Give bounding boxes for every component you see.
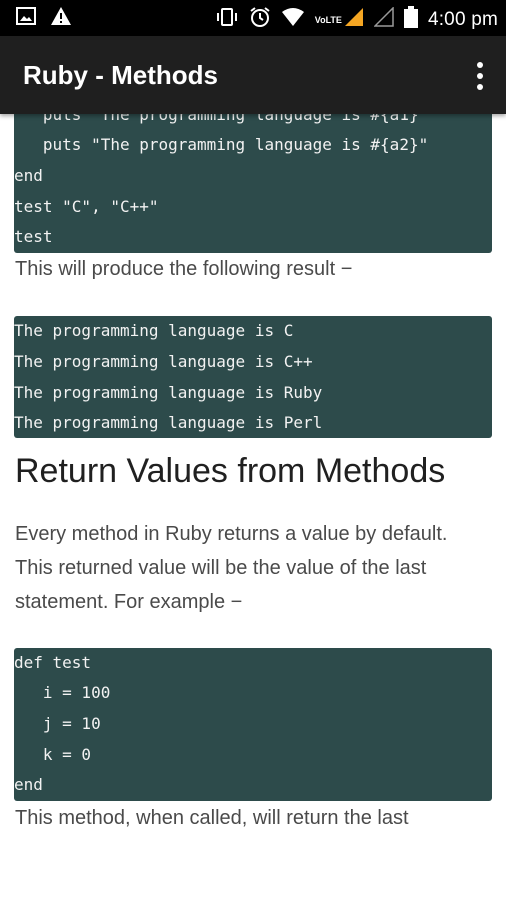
article-content[interactable]: puts "The programming language is #{a1}"… <box>0 0 506 900</box>
signal-empty-icon <box>373 6 394 32</box>
code-line: test "C", "C++" <box>14 197 159 216</box>
page-title: Ruby - Methods <box>23 60 218 90</box>
section-heading: Return Values from Methods <box>15 452 446 490</box>
vibrate-icon <box>215 7 239 32</box>
alarm-icon <box>249 6 271 33</box>
code-line: end <box>14 166 43 185</box>
warning-icon <box>50 6 72 31</box>
code-line: puts "The programming language is #{a2}" <box>14 135 429 154</box>
paragraph-line: This returned value will be the value of… <box>15 557 427 579</box>
output-line: The programming language is Ruby <box>14 383 323 402</box>
code-line: i = 100 <box>14 683 111 702</box>
output-line: The programming language is Perl <box>14 413 323 432</box>
volte-label: VoLTE <box>314 14 342 25</box>
output-line: The programming language is C++ <box>14 352 313 371</box>
code-line: end <box>14 775 43 794</box>
app-bar: Ruby - Methods <box>0 36 506 114</box>
code-block-function-call: puts "The programming language is #{a1}"… <box>14 100 492 253</box>
overflow-menu-icon[interactable] <box>474 62 486 90</box>
status-bar: VoLTE 4:00 pm <box>0 0 506 36</box>
status-time: 4:00 pm <box>427 8 498 30</box>
signal-icon <box>344 7 364 32</box>
code-line: test <box>14 227 53 246</box>
trailing-text: This method, when called, will return th… <box>15 807 409 829</box>
paragraph-line: statement. For example − <box>15 591 243 613</box>
paragraph-line: Every method in Ruby returns a value by … <box>15 523 448 545</box>
code-block-method-def: def test i = 100 j = 10 k = 0 end <box>14 648 492 801</box>
output-line: The programming language is C <box>14 321 294 340</box>
code-line: j = 10 <box>14 714 101 733</box>
battery-icon <box>403 6 418 33</box>
code-line: def test <box>14 653 92 672</box>
result-intro-text: This will produce the following result − <box>15 258 353 280</box>
gallery-icon <box>16 6 36 31</box>
code-line: k = 0 <box>14 745 92 764</box>
code-block-output: The programming language is C The progra… <box>14 316 492 438</box>
wifi-icon <box>281 7 305 32</box>
